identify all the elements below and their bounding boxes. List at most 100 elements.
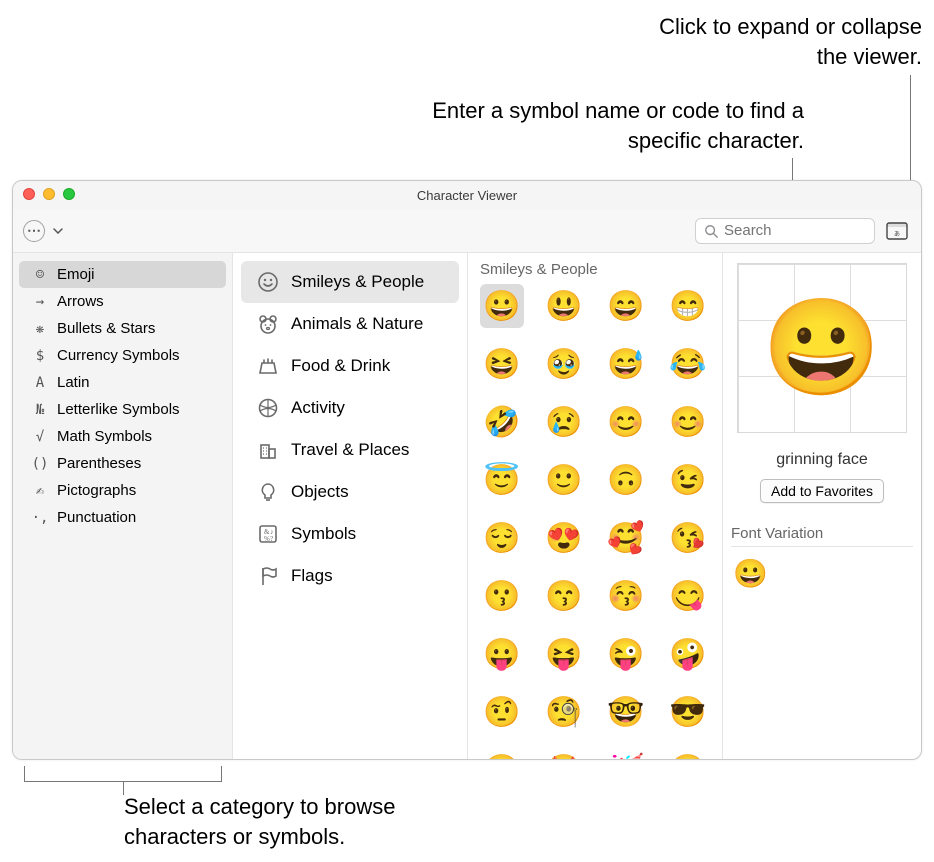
emoji-cell[interactable]: 😢 (542, 400, 586, 444)
emoji-cell[interactable]: 😄 (604, 284, 648, 328)
category-item-punctuation[interactable]: ·, Punctuation (19, 504, 226, 531)
emoji-cell[interactable]: 😆 (480, 342, 524, 386)
category-item-parentheses[interactable]: ()Parentheses (19, 450, 226, 477)
subcategory-item-travel-places[interactable]: Travel & Places (241, 429, 459, 471)
category-item-pictographs[interactable]: ✍ Pictographs (19, 477, 226, 504)
emoji-cell[interactable]: 🙃 (604, 458, 648, 502)
emoji-cell[interactable]: 🤓 (480, 748, 524, 759)
category-icon: √ (31, 429, 49, 445)
bulb-icon (257, 481, 279, 503)
category-item-latin[interactable]: ALatin (19, 369, 226, 396)
emoji-cell[interactable]: 🤣 (480, 400, 524, 444)
toolbar: ⋯ あ (13, 209, 921, 253)
callout-category: Select a category to browse characters o… (124, 792, 474, 851)
subcategory-item-activity[interactable]: Activity (241, 387, 459, 429)
emoji-grid-panel: Smileys & People 😀😃😄😁😆🥹😅😂🤣😢😊😊😇🙂🙃😉😌😍🥰😘😗😙😚… (468, 253, 723, 759)
maximize-button[interactable] (63, 188, 75, 200)
emoji-cell[interactable]: 😗 (480, 574, 524, 618)
emoji-cell[interactable]: 🤨 (480, 690, 524, 734)
subcategory-item-food-drink[interactable]: Food & Drink (241, 345, 459, 387)
category-icon: ·, (31, 510, 49, 526)
emoji-cell[interactable]: 😁 (666, 284, 710, 328)
category-icon: ✍ (31, 483, 49, 499)
subcategory-item-symbols[interactable]: &♪%?Symbols (241, 513, 459, 555)
subcategory-label: Travel & Places (291, 440, 409, 460)
emoji-cell[interactable]: 😙 (542, 574, 586, 618)
subcategory-item-objects[interactable]: Objects (241, 471, 459, 513)
subcategory-label: Food & Drink (291, 356, 390, 376)
food-icon (257, 355, 279, 377)
search-input[interactable] (724, 222, 866, 239)
emoji-cell[interactable]: 😇 (480, 458, 524, 502)
category-label: Punctuation (57, 509, 136, 526)
character-viewer-window: Character Viewer ⋯ あ ☺Emoji→Arrows❋Bulle… (12, 180, 922, 760)
emoji-cell[interactable]: 😜 (604, 632, 648, 676)
minimize-button[interactable] (43, 188, 55, 200)
emoji-cell[interactable]: 😂 (666, 342, 710, 386)
expand-collapse-button[interactable]: あ (883, 218, 911, 244)
menu-dropdown-chevron-icon[interactable] (53, 228, 69, 234)
callout-category-bracket (24, 766, 222, 782)
emoji-cell[interactable]: 😝 (542, 632, 586, 676)
flag-icon (257, 565, 279, 587)
emoji-cell[interactable]: 🥹 (542, 342, 586, 386)
emoji-cell[interactable]: 😏 (666, 748, 710, 759)
subcategory-label: Flags (291, 566, 333, 586)
emoji-cell[interactable]: 😉 (666, 458, 710, 502)
subcategory-item-smileys-people[interactable]: Smileys & People (241, 261, 459, 303)
emoji-cell[interactable]: 😚 (604, 574, 648, 618)
category-item-arrows[interactable]: →Arrows (19, 288, 226, 315)
emoji-cell[interactable]: 😊 (604, 400, 648, 444)
emoji-cell[interactable]: 😋 (666, 574, 710, 618)
category-item-letterlike-symbols[interactable]: №Letterlike Symbols (19, 396, 226, 423)
category-sidebar: ☺Emoji→Arrows❋Bullets & Stars $ Currency S… (13, 253, 233, 759)
emoji-cell[interactable]: 🤩 (542, 748, 586, 759)
emoji-grid: 😀 😃 😄 😁 😆 🥹 😅 😂 🤣 😢 😊 😊 😇 🙂 🙃 😉 😌 😍 🥰 😘 😗 😙 😚 😋 😛 😝 😜 🤪 🤨 🧐 🤓 😎 🤓 🤩 🥳 😏 (478, 284, 712, 759)
emoji-cell[interactable]: 🤪 (666, 632, 710, 676)
subcategory-label: Symbols (291, 524, 356, 544)
category-item-currency-symbols[interactable]: $ Currency Symbols (19, 342, 226, 369)
emoji-cell[interactable]: 😅 (604, 342, 648, 386)
emoji-cell[interactable]: 😌 (480, 516, 524, 560)
emoji-cell[interactable]: 😊 (666, 400, 710, 444)
category-item-bullets-stars[interactable]: ❋Bullets & Stars (19, 315, 226, 342)
category-label: Latin (57, 374, 90, 391)
emoji-cell[interactable]: 😛 (480, 632, 524, 676)
emoji-cell[interactable]: 😎 (666, 690, 710, 734)
traffic-lights (23, 188, 75, 200)
category-label: Pictographs (57, 482, 136, 499)
subcategory-label: Activity (291, 398, 345, 418)
subcategory-sidebar: Smileys & People Animals & Nature Food & D… (233, 253, 468, 759)
emoji-cell[interactable]: 😍 (542, 516, 586, 560)
close-button[interactable] (23, 188, 35, 200)
search-icon (704, 224, 718, 238)
subcategory-item-flags[interactable]: Flags (241, 555, 459, 597)
emoji-cell[interactable]: 🥳 (604, 748, 648, 759)
building-icon (257, 439, 279, 461)
emoji-cell[interactable]: 🥰 (604, 516, 648, 560)
character-preview: 😀 (737, 263, 907, 433)
add-to-favorites-button[interactable]: Add to Favorites (760, 479, 884, 503)
category-item-emoji[interactable]: ☺Emoji (19, 261, 226, 288)
titlebar: Character Viewer (13, 181, 921, 209)
emoji-cell[interactable]: 🙂 (542, 458, 586, 502)
emoji-cell[interactable]: 😘 (666, 516, 710, 560)
subcategory-label: Smileys & People (291, 272, 424, 292)
search-field[interactable] (695, 218, 875, 244)
menu-more-button[interactable]: ⋯ (23, 220, 45, 242)
subcategory-label: Objects (291, 482, 349, 502)
category-label: Arrows (57, 293, 104, 310)
bear-icon (257, 313, 279, 335)
category-label: Math Symbols (57, 428, 152, 445)
emoji-cell[interactable]: 😃 (542, 284, 586, 328)
emoji-cell[interactable]: 🧐 (542, 690, 586, 734)
emoji-cell[interactable]: 🤓 (604, 690, 648, 734)
subcategory-item-animals-nature[interactable]: Animals & Nature (241, 303, 459, 345)
category-item-math-symbols[interactable]: √ Math Symbols (19, 423, 226, 450)
category-label: Currency Symbols (57, 347, 180, 364)
font-variation-glyph[interactable]: 😀 (733, 557, 768, 590)
window-title: Character Viewer (417, 188, 517, 203)
category-icon: $ (31, 348, 49, 364)
window-body: ☺Emoji→Arrows❋Bullets & Stars $ Currency S… (13, 253, 921, 759)
emoji-cell[interactable]: 😀 (480, 284, 524, 328)
